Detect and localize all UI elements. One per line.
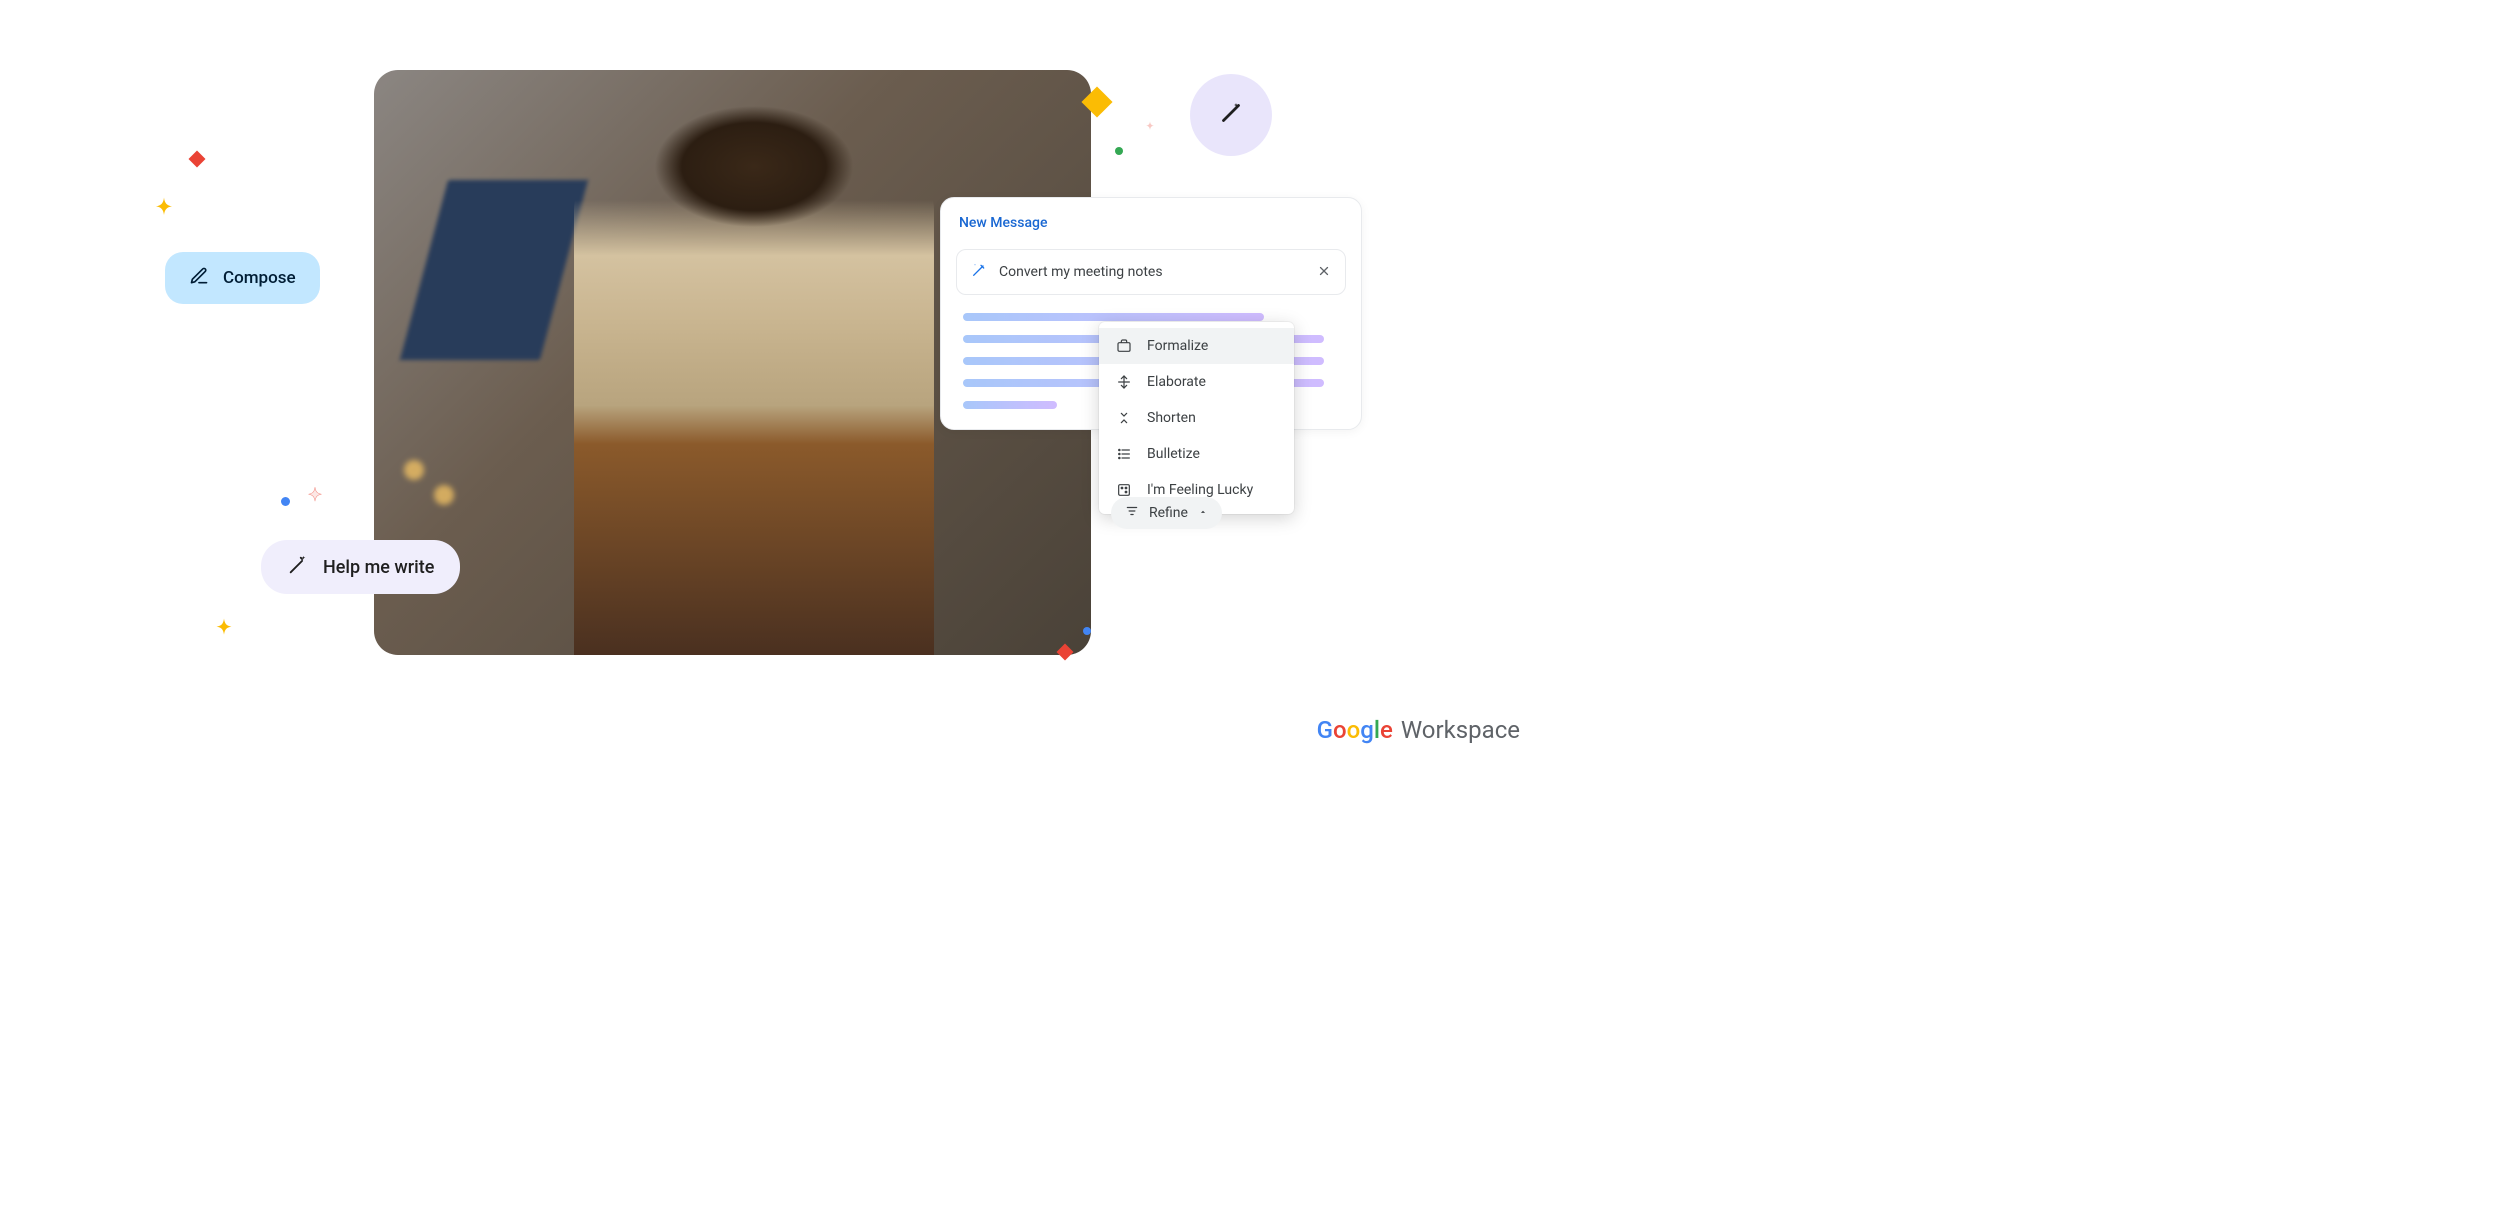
- card-header: New Message: [941, 198, 1361, 239]
- sparkle-icon: [148, 195, 180, 227]
- refine-option-label: Elaborate: [1147, 374, 1206, 390]
- magic-pencil-icon: [971, 262, 987, 282]
- sparkle-icon: [1142, 120, 1158, 136]
- briefcase-icon: [1115, 337, 1133, 355]
- content-line: [963, 313, 1264, 321]
- sparkle-icon: [302, 485, 328, 511]
- refine-option-label: I'm Feeling Lucky: [1147, 482, 1253, 498]
- pencil-icon: [189, 266, 209, 290]
- refine-option-formalize[interactable]: Formalize: [1099, 328, 1294, 364]
- magic-wand-badge: [1190, 74, 1272, 156]
- close-icon[interactable]: [1317, 264, 1331, 281]
- diamond-icon: [189, 151, 206, 168]
- photo-bokeh: [394, 450, 474, 530]
- photo-bg-shape: [400, 180, 588, 360]
- refine-option-bulletize[interactable]: Bulletize: [1099, 436, 1294, 472]
- refine-button[interactable]: Refine: [1111, 497, 1222, 529]
- help-me-write-label: Help me write: [323, 557, 434, 578]
- google-workspace-logo: Google Workspace: [1317, 716, 1520, 744]
- compose-label: Compose: [223, 268, 296, 288]
- magic-wand-icon: [287, 554, 309, 580]
- prompt-input[interactable]: Convert my meeting notes: [956, 249, 1346, 295]
- chevron-up-icon: [1198, 505, 1208, 521]
- refine-button-label: Refine: [1149, 505, 1188, 521]
- expand-vertical-icon: [1115, 373, 1133, 391]
- refine-option-label: Bulletize: [1147, 446, 1200, 462]
- workspace-wordmark: Workspace: [1401, 716, 1520, 744]
- prompt-text: Convert my meeting notes: [999, 264, 1305, 280]
- refine-menu: Formalize Elaborate Shorten Bulletize I'…: [1099, 322, 1294, 514]
- dot-icon: [1083, 627, 1091, 635]
- refine-option-shorten[interactable]: Shorten: [1099, 400, 1294, 436]
- content-line: [963, 401, 1057, 409]
- filter-icon: [1125, 504, 1139, 522]
- sparkle-icon: [209, 616, 239, 646]
- card-title: New Message: [959, 215, 1047, 231]
- collapse-vertical-icon: [1115, 409, 1133, 427]
- compose-button[interactable]: Compose: [165, 252, 320, 304]
- magic-wand-icon: [1216, 98, 1246, 132]
- refine-option-label: Formalize: [1147, 338, 1208, 354]
- refine-option-elaborate[interactable]: Elaborate: [1099, 364, 1294, 400]
- dot-icon: [1115, 147, 1123, 155]
- dot-icon: [281, 497, 290, 506]
- help-me-write-button[interactable]: Help me write: [261, 540, 460, 594]
- refine-option-label: Shorten: [1147, 410, 1196, 426]
- photo-person: [574, 100, 934, 655]
- list-bullet-icon: [1115, 445, 1133, 463]
- google-wordmark: Google: [1317, 716, 1393, 744]
